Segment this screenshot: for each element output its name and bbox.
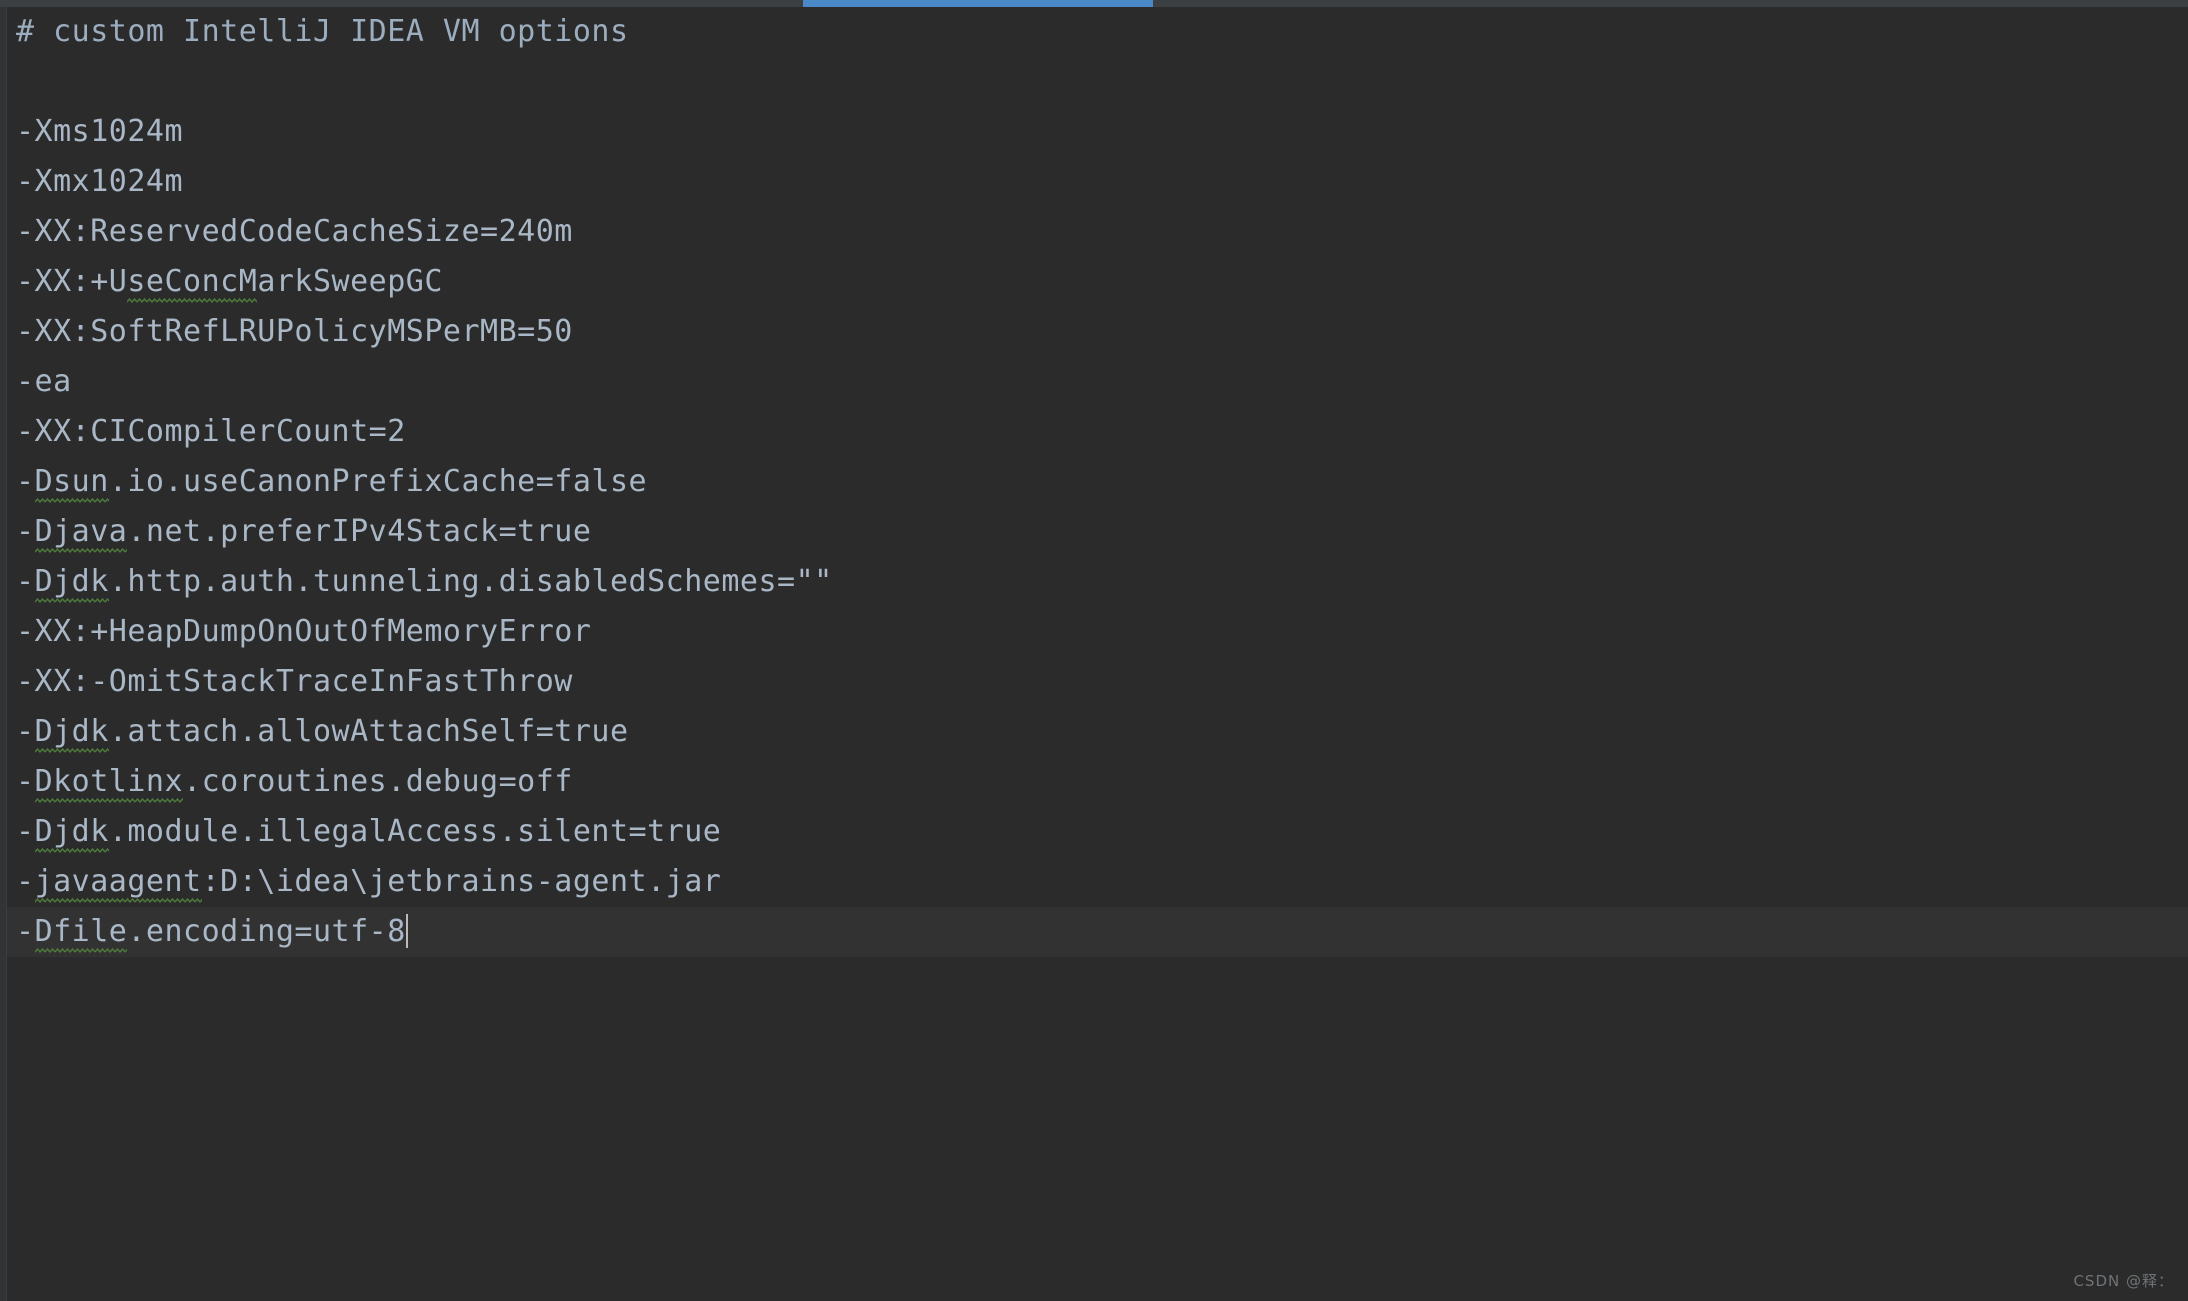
spellcheck-squiggle: Djdk: [35, 707, 109, 757]
spellcheck-squiggle: Djdk: [35, 807, 109, 857]
code-line[interactable]: -XX:-OmitStackTraceInFastThrow: [7, 657, 2188, 707]
spellcheck-squiggle: javaagent: [35, 857, 202, 907]
code-line[interactable]: -Djava.net.preferIPv4Stack=true: [7, 507, 2188, 557]
code-line[interactable]: -javaagent:D:\idea\jetbrains-agent.jar: [7, 857, 2188, 907]
code-line[interactable]: -Djdk.module.illegalAccess.silent=true: [7, 807, 2188, 857]
spellcheck-squiggle: Djava: [35, 507, 128, 557]
editor-top-strip: [0, 0, 2188, 7]
code-line[interactable]: -XX:CICompilerCount=2: [7, 407, 2188, 457]
spellcheck-squiggle: Djdk: [35, 557, 109, 607]
code-line[interactable]: -Djdk.attach.allowAttachSelf=true: [7, 707, 2188, 757]
code-line[interactable]: -XX:ReservedCodeCacheSize=240m: [7, 207, 2188, 257]
code-line[interactable]: -XX:SoftRefLRUPolicyMSPerMB=50: [7, 307, 2188, 357]
code-line[interactable]: # custom IntelliJ IDEA VM options: [7, 7, 2188, 57]
code-line[interactable]: -XX:+UseConcMarkSweepGC: [7, 257, 2188, 307]
spellcheck-squiggle: seConcM: [127, 257, 257, 307]
vmoptions-editor-window: # custom IntelliJ IDEA VM options -Xms102…: [0, 0, 2188, 1301]
active-tab-indicator[interactable]: [803, 0, 1153, 7]
code-line[interactable]: -Dfile.encoding=utf-8: [7, 907, 2188, 957]
text-caret: [406, 914, 408, 948]
csdn-watermark: CSDN @释：: [2073, 1270, 2174, 1291]
code-content-area[interactable]: # custom IntelliJ IDEA VM options -Xms102…: [7, 7, 2188, 1301]
code-line[interactable]: -XX:+HeapDumpOnOutOfMemoryError: [7, 607, 2188, 657]
code-line[interactable]: -Dkotlinx.coroutines.debug=off: [7, 757, 2188, 807]
code-line[interactable]: -Djdk.http.auth.tunneling.disabledScheme…: [7, 557, 2188, 607]
spellcheck-squiggle: Dkotlinx: [35, 757, 184, 807]
code-line[interactable]: -Dsun.io.useCanonPrefixCache=false: [7, 457, 2188, 507]
spellcheck-squiggle: Dsun: [35, 457, 109, 507]
code-line[interactable]: -Xms1024m: [7, 107, 2188, 157]
code-line[interactable]: -ea: [7, 357, 2188, 407]
code-line[interactable]: -Xmx1024m: [7, 157, 2188, 207]
spellcheck-squiggle: Dfile: [35, 907, 128, 957]
code-line[interactable]: [7, 57, 2188, 107]
